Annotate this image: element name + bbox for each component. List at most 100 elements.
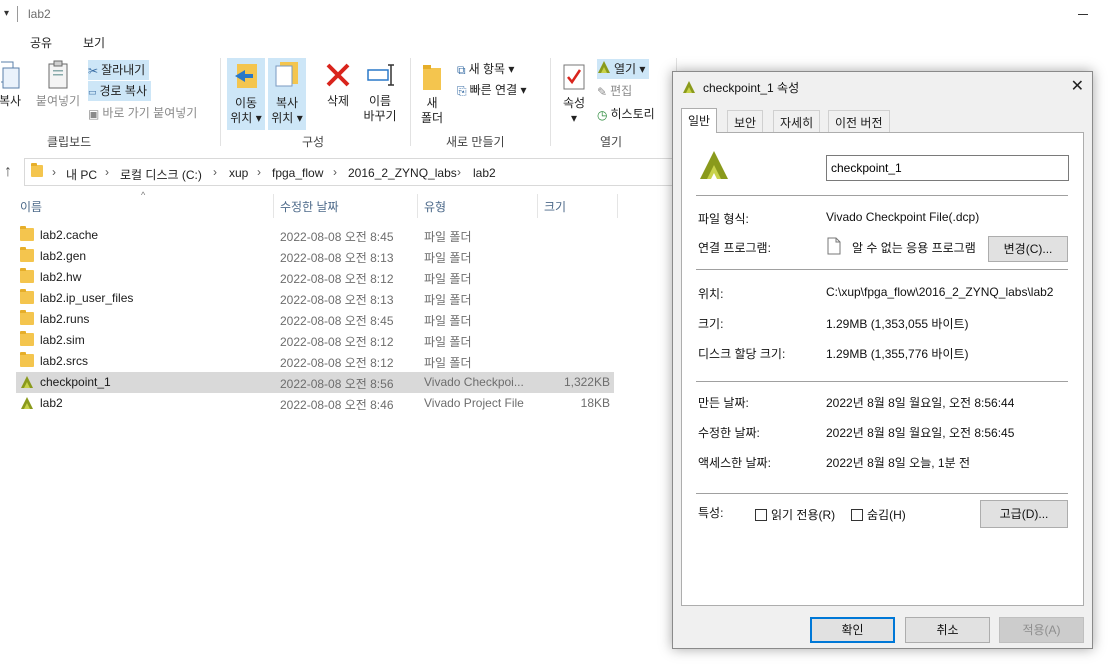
column-header-size[interactable]: 크기 <box>544 198 566 215</box>
table-row[interactable]: lab2.srcs 2022-08-08 오전 8:12 파일 폴더 <box>16 351 614 372</box>
file-type: 파일 폴더 <box>424 251 472 265</box>
divider <box>696 195 1068 196</box>
easy-access-button[interactable]: ⎘ 빠른 연결 ▾ <box>457 80 526 100</box>
created-label: 만든 날짜: <box>698 396 749 410</box>
group-label-clipboard: 클립보드 <box>47 135 92 149</box>
divider <box>696 493 1068 494</box>
modified-value: 2022년 8월 8일 월요일, 오전 8:56:45 <box>826 426 1015 440</box>
folder-icon <box>20 331 34 347</box>
file-modified: 2022-08-08 오전 8:45 <box>280 230 394 244</box>
tab-security[interactable]: 보안 <box>727 110 764 132</box>
size-label: 크기: <box>698 317 724 331</box>
file-type: 파일 폴더 <box>424 356 472 370</box>
column-divider[interactable] <box>537 194 538 218</box>
delete-button[interactable]: 삭제 <box>318 60 358 109</box>
cut-button[interactable]: ✂ 잘라내기 <box>88 60 150 80</box>
column-divider[interactable] <box>273 194 274 218</box>
folder-icon <box>20 352 34 368</box>
group-label-organize: 구성 <box>302 135 325 149</box>
breadcrumb-lab2[interactable]: lab2 <box>473 166 496 180</box>
size-on-disk-value: 1.29MB (1,355,776 바이트) <box>826 347 969 361</box>
advanced-button[interactable]: 고급(D)... <box>980 500 1068 528</box>
column-divider[interactable] <box>617 194 618 218</box>
history-button[interactable]: ◷ 히스토리 <box>597 104 655 124</box>
chevron-right-icon: › <box>257 165 261 179</box>
folder-icon <box>20 310 34 326</box>
move-to-button[interactable]: 이동 위치 ▾ <box>227 58 265 130</box>
new-item-button[interactable]: ⧉ 새 항목 ▾ <box>457 59 514 79</box>
file-size: 18KB <box>580 396 610 410</box>
rename-button[interactable]: 이름 바꾸기 <box>360 60 400 124</box>
new-folder-button[interactable]: 새 폴더 <box>414 62 450 126</box>
readonly-checkbox[interactable]: 읽기 전용(R) <box>755 506 835 523</box>
breadcrumb-zynq-labs[interactable]: 2016_2_ZYNQ_labs <box>348 166 457 180</box>
copy-path-button[interactable]: ▭ 경로 복사 <box>88 81 152 101</box>
explorer-titlebar: ▾ lab2 <box>0 0 1116 30</box>
location-label: 위치: <box>698 287 724 301</box>
hidden-checkbox[interactable]: 숨김(H) <box>851 506 906 523</box>
tab-view[interactable]: 보기 <box>83 34 105 51</box>
file-modified: 2022-08-08 오전 8:12 <box>280 272 394 286</box>
quick-access-dropdown-icon[interactable]: ▾ <box>4 8 9 19</box>
ribbon-divider <box>550 58 551 146</box>
tab-general[interactable]: 일반 <box>681 108 718 133</box>
table-row[interactable]: lab2.gen 2022-08-08 오전 8:13 파일 폴더 <box>16 246 614 267</box>
ok-button[interactable]: 확인 <box>810 617 895 643</box>
properties-button[interactable]: 속성 ▾ <box>558 62 590 126</box>
file-name: lab2.srcs <box>40 354 89 368</box>
vivado-icon <box>20 375 34 389</box>
column-divider[interactable] <box>417 194 418 218</box>
vivado-file-icon <box>698 149 730 184</box>
close-icon[interactable]: ✕ <box>1071 76 1084 96</box>
breadcrumb-fpga-flow[interactable]: fpga_flow <box>272 166 323 180</box>
up-arrow-icon[interactable]: ↑ <box>4 163 12 181</box>
copy-to-button[interactable]: 복사 위치 ▾ <box>268 58 306 130</box>
file-type-label: 파일 형식: <box>698 212 749 226</box>
table-row[interactable]: lab2.cache 2022-08-08 오전 8:45 파일 폴더 <box>16 225 614 246</box>
cancel-button[interactable]: 취소 <box>905 617 990 643</box>
copy-icon <box>0 61 20 89</box>
divider <box>696 269 1068 270</box>
breadcrumb-xup[interactable]: xup <box>229 166 248 180</box>
paste-button[interactable]: 붙여넣기 <box>34 60 82 109</box>
file-name: lab2.runs <box>40 312 90 326</box>
file-type-value: Vivado Checkpoint File(.dcp) <box>826 210 980 224</box>
table-row-selected[interactable]: checkpoint_1 2022-08-08 오전 8:56 Vivado C… <box>16 372 614 393</box>
minimize-icon[interactable] <box>1078 14 1088 15</box>
change-button[interactable]: 변경(C)... <box>988 236 1068 262</box>
file-name-field[interactable] <box>826 155 1069 181</box>
table-row[interactable]: lab2 2022-08-08 오전 8:46 Vivado Project F… <box>16 393 614 414</box>
vivado-icon <box>20 396 34 410</box>
ribbon-divider <box>220 58 221 146</box>
apply-button[interactable]: 적용(A) <box>999 617 1084 643</box>
move-to-icon <box>235 64 257 88</box>
tab-previous-versions[interactable]: 이전 버전 <box>828 110 890 132</box>
paste-shortcut-button[interactable]: ▣ 바로 가기 붙여넣기 <box>88 103 197 123</box>
table-row[interactable]: lab2.ip_user_files 2022-08-08 오전 8:13 파일… <box>16 288 614 309</box>
table-row[interactable]: lab2.sim 2022-08-08 오전 8:12 파일 폴더 <box>16 330 614 351</box>
open-button[interactable]: 열기 ▾ <box>597 59 650 79</box>
tab-share[interactable]: 공유 <box>30 34 52 51</box>
file-modified: 2022-08-08 오전 8:56 <box>280 377 394 391</box>
address-bar[interactable]: › 내 PC › 로컬 디스크 (C:) › xup › fpga_flow ›… <box>24 158 704 186</box>
file-name: lab2.sim <box>40 333 85 347</box>
column-header-name[interactable]: 이름 <box>20 198 42 215</box>
easy-access-icon: ⎘ <box>457 83 467 98</box>
file-modified: 2022-08-08 오전 8:13 <box>280 293 394 307</box>
column-header-type[interactable]: 유형 <box>424 198 446 215</box>
breadcrumb-this-pc[interactable]: 내 PC <box>66 166 97 183</box>
table-row[interactable]: lab2.hw 2022-08-08 오전 8:12 파일 폴더 <box>16 267 614 288</box>
edit-button[interactable]: ✎ 편집 <box>597 81 632 101</box>
file-name: checkpoint_1 <box>40 375 111 389</box>
file-type: Vivado Checkpoi... <box>424 375 524 389</box>
column-header-modified[interactable]: 수정한 날짜 <box>280 198 339 215</box>
created-value: 2022년 8월 8일 월요일, 오전 8:56:44 <box>826 396 1015 410</box>
tab-details[interactable]: 자세히 <box>773 110 821 132</box>
file-name: lab2.hw <box>40 270 82 284</box>
folder-icon <box>20 247 34 263</box>
copy-button[interactable]: 복사 <box>0 60 24 109</box>
path-icon: ▭ <box>88 86 97 97</box>
breadcrumb-local-disk[interactable]: 로컬 디스크 (C:) <box>120 166 202 183</box>
table-row[interactable]: lab2.runs 2022-08-08 오전 8:45 파일 폴더 <box>16 309 614 330</box>
new-item-icon: ⧉ <box>457 62 466 77</box>
